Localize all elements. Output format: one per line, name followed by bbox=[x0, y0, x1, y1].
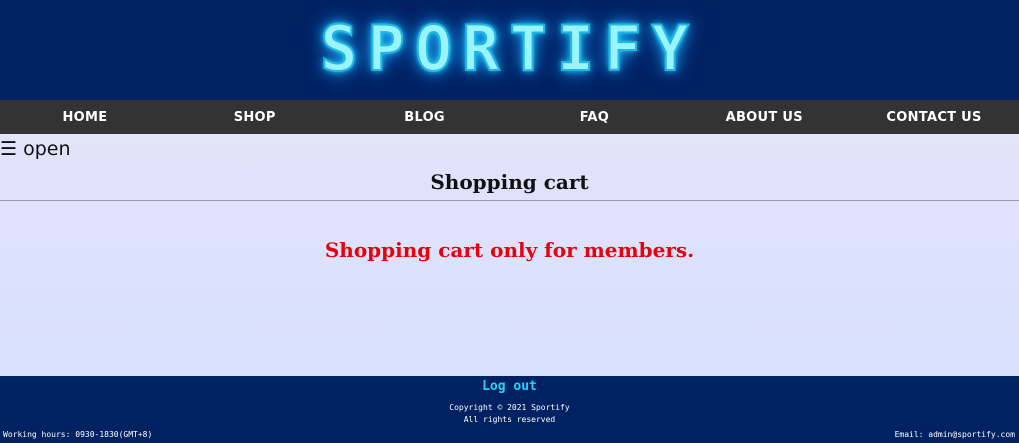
site-footer: Log out Copyright © 2021 Sportify All ri… bbox=[0, 376, 1019, 443]
nav-item-home[interactable]: HOME bbox=[0, 100, 170, 134]
main-content: ☰ open Shopping cart Shopping cart only … bbox=[0, 134, 1019, 376]
page-title: Shopping cart bbox=[430, 170, 589, 194]
nav-item-shop[interactable]: SHOP bbox=[170, 100, 340, 134]
nav-item-faq[interactable]: FAQ bbox=[509, 100, 679, 134]
main-navbar: HOME SHOP BLOG FAQ ABOUT US CONTACT US bbox=[0, 100, 1019, 134]
contact-email: Email: admin@sportify.com bbox=[894, 430, 1015, 439]
nav-item-about-us[interactable]: ABOUT US bbox=[679, 100, 849, 134]
sidebar-open-toggle[interactable]: ☰ open bbox=[0, 137, 71, 161]
logout-link[interactable]: Log out bbox=[0, 379, 1019, 394]
copyright-block: Copyright © 2021 Sportify All rights res… bbox=[0, 402, 1019, 426]
copyright-text: Copyright © 2021 Sportify bbox=[449, 403, 570, 412]
working-hours: Working hours: 0930-1830(GMT+8) bbox=[3, 430, 153, 439]
sportify-logo[interactable]: SPORTIFY bbox=[319, 11, 699, 86]
nav-item-contact-us[interactable]: CONTACT US bbox=[849, 100, 1019, 134]
nav-item-blog[interactable]: BLOG bbox=[340, 100, 510, 134]
title-divider bbox=[0, 200, 1019, 201]
members-only-message: Shopping cart only for members. bbox=[324, 238, 695, 262]
rights-text: All rights reserved bbox=[463, 415, 556, 424]
site-header: SPORTIFY bbox=[0, 0, 1019, 100]
